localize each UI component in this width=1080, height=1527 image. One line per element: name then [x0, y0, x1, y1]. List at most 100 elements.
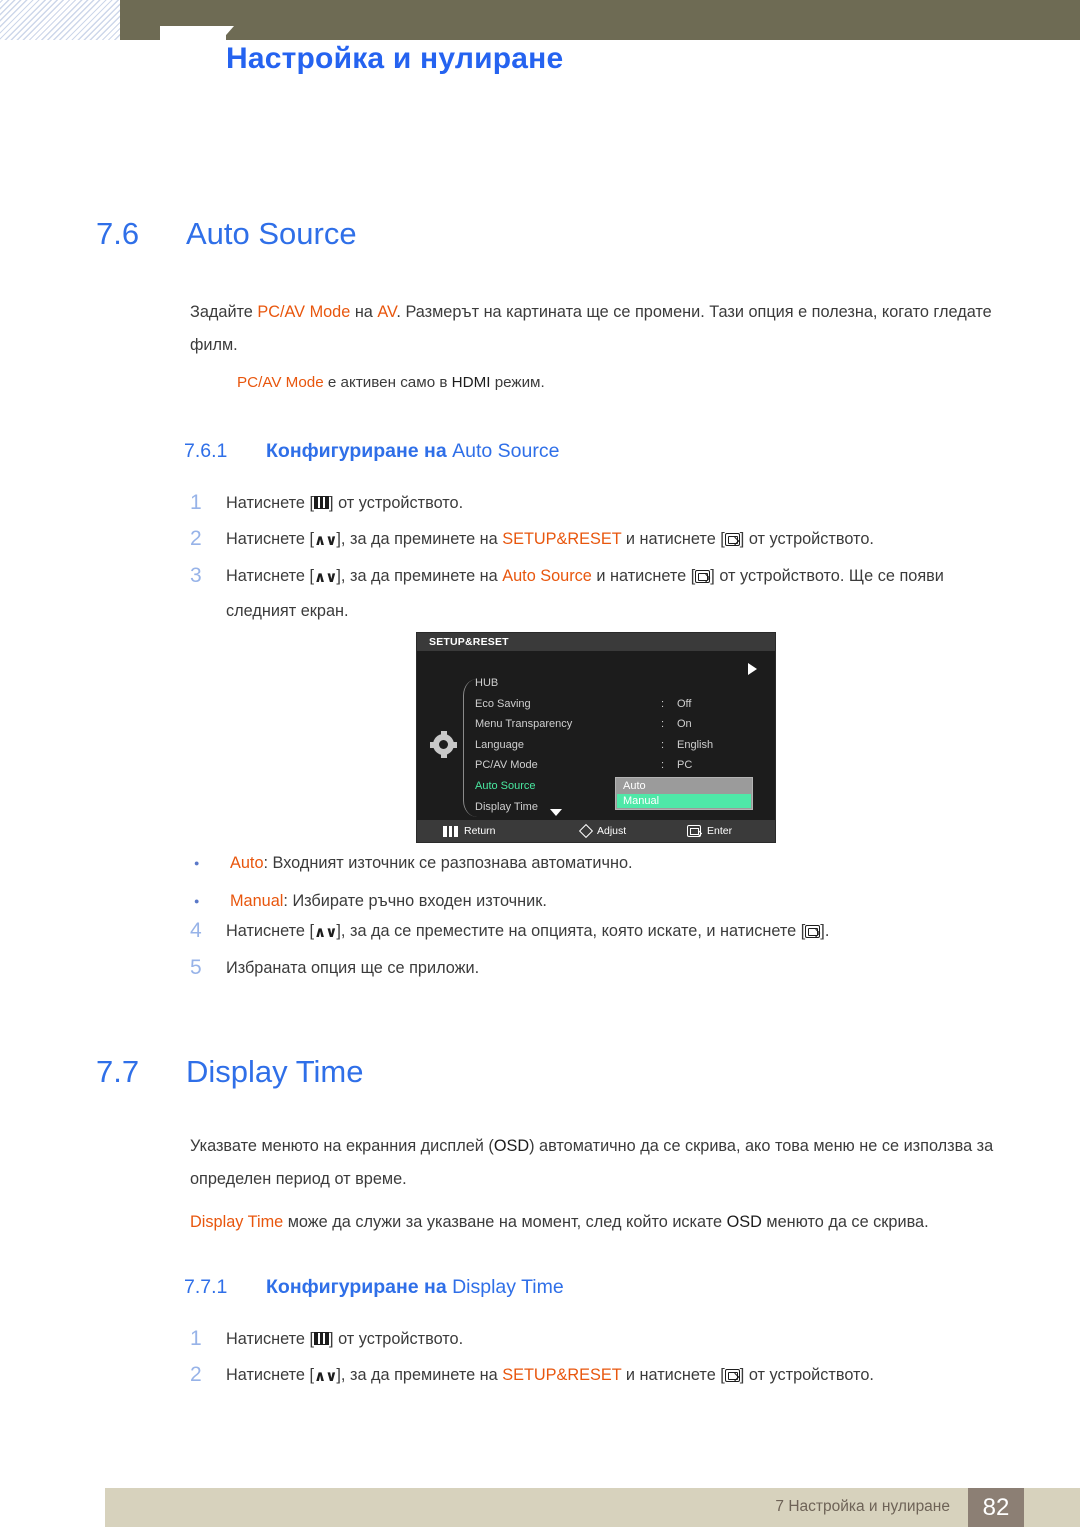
- osd-menu-row[interactable]: Eco Saving: Off: [475, 694, 775, 715]
- text-run: и натиснете [: [591, 567, 696, 585]
- gear-icon: [430, 731, 457, 758]
- step-number: 2: [190, 527, 202, 550]
- osd-footer-enter[interactable]: Enter: [687, 820, 732, 842]
- step-item: 5 Избраната опция ще се приложи.: [190, 951, 1000, 985]
- step-number: 2: [190, 1363, 202, 1386]
- text-run: на: [350, 303, 378, 321]
- menu-bars-icon: [443, 825, 458, 837]
- menu-icon: [314, 1332, 330, 1345]
- emphasised-term: HDMI: [451, 374, 491, 391]
- text-run: менюто да се скрива.: [761, 1213, 929, 1231]
- up-down-icon: ∧∨: [314, 1367, 337, 1385]
- bullet-item: ● Manual: Избирате ръчно входен източник.: [190, 886, 1000, 916]
- enter-icon: [695, 570, 711, 583]
- step-number: 1: [190, 1327, 202, 1350]
- step-text: Натиснете [∧∨], за да преминете на SETUP…: [226, 522, 874, 557]
- step-number: 1: [190, 491, 202, 514]
- highlighted-term: PC/AV Mode: [237, 374, 324, 391]
- header-bar: [120, 0, 1080, 40]
- up-down-icon: ∧∨: [314, 568, 337, 586]
- footer-page-number: 82: [982, 1494, 1010, 1521]
- text-run: Натиснете [: [226, 530, 315, 548]
- osd-menu-row[interactable]: Language: English: [475, 735, 775, 756]
- step-number: 5: [190, 956, 202, 979]
- osd-footer-return[interactable]: Return: [443, 820, 496, 842]
- osd-dropdown-option[interactable]: Auto: [617, 779, 751, 794]
- enter-icon: [805, 925, 821, 938]
- osd-menu-screenshot: SETUP&RESET HUB Eco Saving: Off Menu Transp…: [416, 632, 776, 843]
- osd-row-label: Display Time: [475, 800, 538, 813]
- enter-icon: [724, 533, 740, 546]
- bullet-list-7-6: ● Auto: Входният източник се разпознава а…: [190, 848, 1000, 924]
- step-text: Натиснете [∧∨], за да преминете на SETUP…: [226, 1358, 874, 1393]
- steps-list-7-6: 1 Натиснете [] от устройството. 2 Натиснете…: [190, 486, 1000, 630]
- chevron-down-icon: [550, 809, 562, 816]
- subsection-label-bg: Конфигуриране на: [266, 440, 453, 462]
- text-run: ] от устройството.: [329, 1330, 464, 1348]
- highlighted-term: PC/AV Mode: [257, 303, 351, 321]
- step-text: Натиснете [] от устройството.: [226, 486, 463, 520]
- step-item: 4 Натиснете [∧∨], за да се преместите на …: [190, 914, 1000, 949]
- gear-tooth-right: [451, 741, 457, 748]
- osd-row-colon: :: [661, 697, 665, 710]
- subsection-label-latin-7-7-1: Display Time: [452, 1276, 564, 1298]
- text-run: ], за да преминете на: [336, 1366, 503, 1384]
- subsection-number-7-7-1: 7.7.1: [184, 1276, 228, 1298]
- text-run: Натиснете [: [226, 922, 315, 940]
- diamond-icon: [578, 823, 594, 839]
- highlighted-term: Display Time: [190, 1213, 284, 1231]
- text-run: е активен само в: [323, 374, 452, 391]
- text-run: Избраната опция ще се приложи.: [226, 959, 480, 977]
- bullet-text: Manual: Избирате ръчно входен източник.: [230, 886, 547, 916]
- gear-tooth-bottom: [440, 752, 447, 758]
- text-run: Натиснете [: [226, 1366, 315, 1384]
- osd-menu-row[interactable]: HUB: [475, 673, 775, 694]
- text-run: ] от устройството.: [739, 1366, 874, 1384]
- menu-icon: [314, 496, 330, 509]
- text-run: може да служи за указване на момент, сле…: [283, 1213, 727, 1231]
- osd-dropdown[interactable]: Auto Manual: [615, 777, 753, 810]
- text-run: : Избирате ръчно входен източник.: [283, 892, 547, 910]
- osd-footer-return-label: Return: [464, 825, 496, 837]
- text-run: Указвате менюто на екранния дисплей (: [190, 1137, 494, 1155]
- step-item: 2 Натиснете [∧∨], за да преминете на SETU…: [190, 1358, 1000, 1393]
- section-heading-7-6: 7.6 Auto Source: [96, 216, 357, 252]
- osd-footer-adjust[interactable]: Adjust: [578, 820, 626, 842]
- section-heading-7-7: 7.7 Display Time: [96, 1054, 363, 1090]
- subsection-label-latin: Auto Source: [452, 440, 560, 462]
- osd-dropdown-option[interactable]: Manual: [617, 793, 751, 808]
- gear-tooth-left: [430, 741, 436, 748]
- text-run: ].: [820, 922, 830, 940]
- emphasised-term: OSD: [726, 1213, 762, 1231]
- highlighted-term: Manual: [230, 892, 284, 910]
- bullet-dot-icon: ●: [194, 896, 200, 906]
- osd-row-label: PC/AV Mode: [475, 759, 538, 772]
- osd-row-label: Menu Transparency: [475, 718, 573, 731]
- step-number: 4: [190, 919, 202, 942]
- osd-row-value: Off: [677, 697, 692, 710]
- step-number: 3: [190, 564, 202, 587]
- step-text: Натиснете [∧∨], за да се преместите на о…: [226, 914, 829, 949]
- text-run: ], за да преминете на: [336, 567, 503, 585]
- osd-row-label: Auto Source: [475, 779, 536, 792]
- osd-menu-row[interactable]: PC/AV Mode: PC: [475, 755, 775, 776]
- osd-menu-row[interactable]: Menu Transparency: On: [475, 714, 775, 735]
- footer-text: 7 Настройка и нулиране: [775, 1498, 950, 1515]
- bullet-item: ● Auto: Входният източник се разпознава а…: [190, 848, 1000, 878]
- step-text: Натиснете [] от устройството.: [226, 1322, 463, 1356]
- enter-icon: [724, 1369, 740, 1382]
- section-7-6-paragraph: Задайте PC/AV Mode на AV. Размерът на ка…: [190, 296, 1008, 362]
- text-run: Натиснете [: [226, 494, 315, 512]
- step-text: Натиснете [∧∨], за да преминете на Auto …: [226, 559, 1000, 628]
- step-item: 2 Натиснете [∧∨], за да преминете на SETU…: [190, 522, 1000, 557]
- section-7-6-note: PC/AV Mode е активен само в HDMI режим.: [237, 368, 997, 398]
- subsection-heading-7-6-1: 7.6.1 Конфигуриране на Auto Source: [184, 440, 559, 463]
- text-run: ], за да преминете на: [336, 530, 503, 548]
- gear-tooth-top: [440, 731, 447, 737]
- text-run: ] от устройството.: [739, 530, 874, 548]
- up-down-icon: ∧∨: [314, 531, 337, 549]
- osd-footer-bar: Return Adjust Enter: [417, 820, 775, 842]
- osd-row-colon: :: [661, 718, 665, 731]
- osd-footer-enter-label: Enter: [707, 825, 733, 837]
- text-run: Натиснете [: [226, 567, 315, 585]
